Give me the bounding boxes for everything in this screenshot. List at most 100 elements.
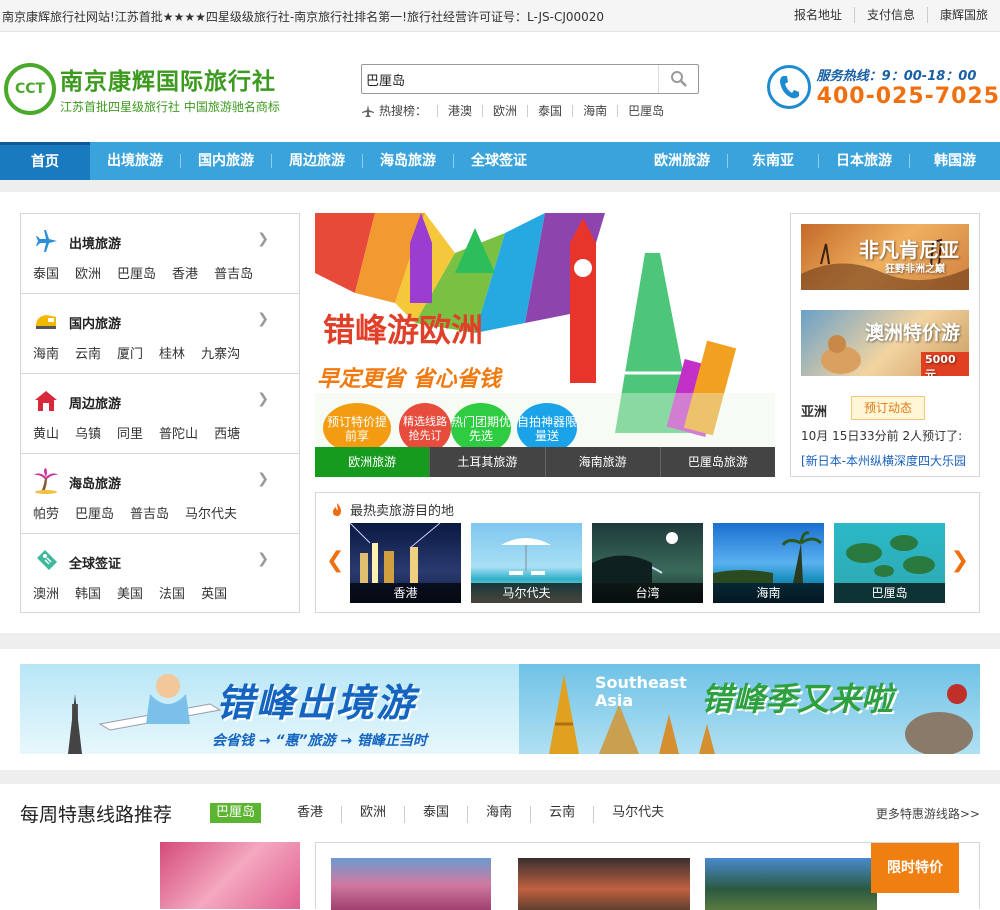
category-link[interactable]: 欧洲 bbox=[75, 263, 101, 282]
promo-southeast-asia[interactable]: Southeast Asia 错峰季又来啦 bbox=[519, 664, 980, 754]
category-link[interactable]: 泰国 bbox=[33, 263, 59, 282]
category-link[interactable]: 澳洲 bbox=[33, 583, 59, 602]
destination-card[interactable]: 巴厘岛 bbox=[834, 523, 945, 603]
category-link[interactable]: 黄山 bbox=[33, 423, 59, 442]
banner-tab[interactable]: 巴厘岛旅游 bbox=[659, 447, 775, 477]
plane-small-icon bbox=[362, 104, 374, 117]
logo-mark: CCT bbox=[4, 62, 56, 115]
top-link-payment[interactable]: 支付信息 bbox=[853, 7, 927, 23]
category-domestic[interactable]: 国内旅游 ❯ 海南 云南 厦门 桂林 九寨沟 bbox=[21, 294, 299, 374]
search-icon bbox=[670, 71, 687, 87]
nav-home[interactable]: 首页 bbox=[0, 142, 90, 180]
banner-badge: 热门团期优先选 bbox=[451, 403, 511, 453]
category-island[interactable]: 海岛旅游 ❯ 帕劳 巴厘岛 普吉岛 马尔代夫 bbox=[21, 454, 299, 534]
hot-keyword[interactable]: 海南 bbox=[572, 104, 617, 117]
deal-image[interactable] bbox=[331, 858, 491, 910]
nav-japan[interactable]: 日本旅游 bbox=[819, 142, 909, 180]
main-section: 出境旅游 ❯ 泰国 欧洲 巴厘岛 香港 普吉岛 国内旅游 ❯ 海南 云南 厦门 … bbox=[0, 192, 1000, 632]
banner-tab[interactable]: 欧洲旅游 bbox=[315, 447, 430, 477]
weekly-tab[interactable]: 泰国 bbox=[404, 806, 467, 823]
weekly-tab[interactable]: 香港 bbox=[279, 806, 341, 823]
category-link[interactable]: 法国 bbox=[159, 583, 185, 602]
category-menu: 出境旅游 ❯ 泰国 欧洲 巴厘岛 香港 普吉岛 国内旅游 ❯ 海南 云南 厦门 … bbox=[20, 213, 300, 613]
destination-card[interactable]: 马尔代夫 bbox=[471, 523, 582, 603]
destination-label: 香港 bbox=[350, 583, 461, 603]
category-link[interactable]: 普吉岛 bbox=[214, 263, 253, 282]
booking-time: 10月 15日33分前 2人预订了: bbox=[801, 429, 963, 443]
nav-europe[interactable]: 欧洲旅游 bbox=[637, 142, 727, 180]
category-link[interactable]: 桂林 bbox=[159, 343, 185, 362]
category-link[interactable]: 巴厘岛 bbox=[75, 503, 114, 522]
category-link[interactable]: 厦门 bbox=[117, 343, 143, 362]
weekly-tab[interactable]: 云南 bbox=[530, 806, 593, 823]
kenya-ad[interactable]: 非凡肯尼亚 狂野非洲之巅 bbox=[801, 224, 969, 290]
booking-link[interactable]: [新日本-本州纵横深度四大乐园 bbox=[801, 452, 966, 469]
carousel-prev-button[interactable]: ❮ bbox=[326, 548, 344, 573]
search-input[interactable] bbox=[362, 65, 652, 93]
category-link[interactable]: 普吉岛 bbox=[130, 503, 169, 522]
top-notice: 南京康辉旅行社网站!江苏首批★★★★四星级级旅行社-南京旅行社排名第一!旅行社经… bbox=[2, 10, 605, 24]
weekly-tab[interactable]: 欧洲 bbox=[341, 806, 404, 823]
banner-badge: 自拍神器限量送 bbox=[517, 403, 577, 453]
deal-feature-image[interactable] bbox=[160, 842, 300, 909]
category-link[interactable]: 英国 bbox=[201, 583, 227, 602]
banner-tab[interactable]: 海南旅游 bbox=[544, 447, 660, 477]
category-link[interactable]: 马尔代夫 bbox=[185, 503, 237, 522]
australia-ad[interactable]: 澳洲特价游 5000元 bbox=[801, 310, 969, 376]
weekly-tab[interactable]: 巴厘岛 bbox=[210, 803, 262, 823]
category-link[interactable]: 云南 bbox=[75, 343, 101, 362]
category-title: 海岛旅游 bbox=[69, 477, 122, 492]
category-link[interactable]: 韩国 bbox=[75, 583, 101, 602]
category-link[interactable]: 帕劳 bbox=[33, 503, 59, 522]
category-link[interactable]: 普陀山 bbox=[159, 423, 198, 442]
nav-visa[interactable]: 全球签证 bbox=[454, 142, 544, 180]
destination-card[interactable]: 台湾 bbox=[592, 523, 703, 603]
hero-banner[interactable]: 错峰游欧洲 早定更省 省心省钱 预订特价提前享 精选线路抢先订 热门团期优先选 … bbox=[315, 213, 775, 477]
nav-southeast-asia[interactable]: 东南亚 bbox=[728, 142, 818, 180]
top-link-address[interactable]: 报名地址 bbox=[782, 7, 854, 23]
deal-image[interactable] bbox=[518, 858, 690, 910]
banner-tab[interactable]: 土耳其旅游 bbox=[429, 447, 545, 477]
hot-keyword[interactable]: 泰国 bbox=[527, 104, 572, 117]
category-link[interactable]: 香港 bbox=[172, 263, 198, 282]
nav-island[interactable]: 海岛旅游 bbox=[363, 142, 453, 180]
weekly-tab[interactable]: 海南 bbox=[467, 806, 530, 823]
category-visa[interactable]: 全球签证 ❯ 澳洲 韩国 美国 法国 英国 bbox=[21, 534, 299, 614]
weekly-tab[interactable]: 马尔代夫 bbox=[593, 806, 682, 823]
chevron-right-icon: ❯ bbox=[257, 231, 269, 247]
logo-title: 南京康辉国际旅行社 bbox=[60, 69, 276, 95]
nav-korea[interactable]: 韩国游 bbox=[910, 142, 1000, 180]
nav-outbound[interactable]: 出境旅游 bbox=[90, 142, 180, 180]
train-icon bbox=[36, 315, 56, 329]
category-outbound[interactable]: 出境旅游 ❯ 泰国 欧洲 巴厘岛 香港 普吉岛 bbox=[21, 214, 299, 294]
hot-keyword[interactable]: 港澳 bbox=[437, 104, 482, 117]
logo[interactable]: CCT 南京康辉国际旅行社 江苏首批四星级旅行社 中国旅游驰名商标 bbox=[4, 62, 280, 115]
nav-domestic[interactable]: 国内旅游 bbox=[181, 142, 271, 180]
top-link-cct[interactable]: 康辉国旅 bbox=[926, 7, 1000, 23]
limited-offer-badge[interactable]: 限时特价 bbox=[871, 843, 959, 893]
hot-keyword[interactable]: 欧洲 bbox=[482, 104, 527, 117]
promo-banner[interactable]: 错峰出境游 会省钱 → “惠”旅游 → 错峰正当时 Southeast Asia… bbox=[20, 664, 980, 754]
destination-card[interactable]: 香港 bbox=[350, 523, 461, 603]
top-links: 报名地址 支付信息 康辉国旅 bbox=[782, 7, 1000, 23]
category-link[interactable]: 巴厘岛 bbox=[117, 263, 156, 282]
palm-icon bbox=[34, 468, 58, 494]
promo-outbound[interactable]: 错峰出境游 会省钱 → “惠”旅游 → 错峰正当时 bbox=[20, 664, 519, 754]
category-link[interactable]: 乌镇 bbox=[75, 423, 101, 442]
hot-search: 热搜榜： 港澳 欧洲 泰国 海南 巴厘岛 bbox=[361, 102, 674, 119]
destination-card[interactable]: 海南 bbox=[713, 523, 824, 603]
category-link[interactable]: 海南 bbox=[33, 343, 59, 362]
more-deals-link[interactable]: 更多特惠游线路>> bbox=[876, 805, 980, 822]
category-link[interactable]: 同里 bbox=[117, 423, 143, 442]
banner-badge: 预订特价提前享 bbox=[323, 403, 391, 453]
category-nearby[interactable]: 周边旅游 ❯ 黄山 乌镇 同里 普陀山 西塘 bbox=[21, 374, 299, 454]
search-button[interactable] bbox=[658, 65, 698, 93]
hot-keyword[interactable]: 巴厘岛 bbox=[617, 104, 674, 117]
banner-slogan: 早定更省 省心省钱 bbox=[317, 367, 501, 392]
category-link[interactable]: 九寨沟 bbox=[201, 343, 240, 362]
category-title: 国内旅游 bbox=[69, 317, 122, 332]
category-link[interactable]: 美国 bbox=[117, 583, 143, 602]
category-link[interactable]: 西塘 bbox=[214, 423, 240, 442]
deal-image[interactable] bbox=[705, 858, 877, 910]
nav-nearby[interactable]: 周边旅游 bbox=[272, 142, 362, 180]
